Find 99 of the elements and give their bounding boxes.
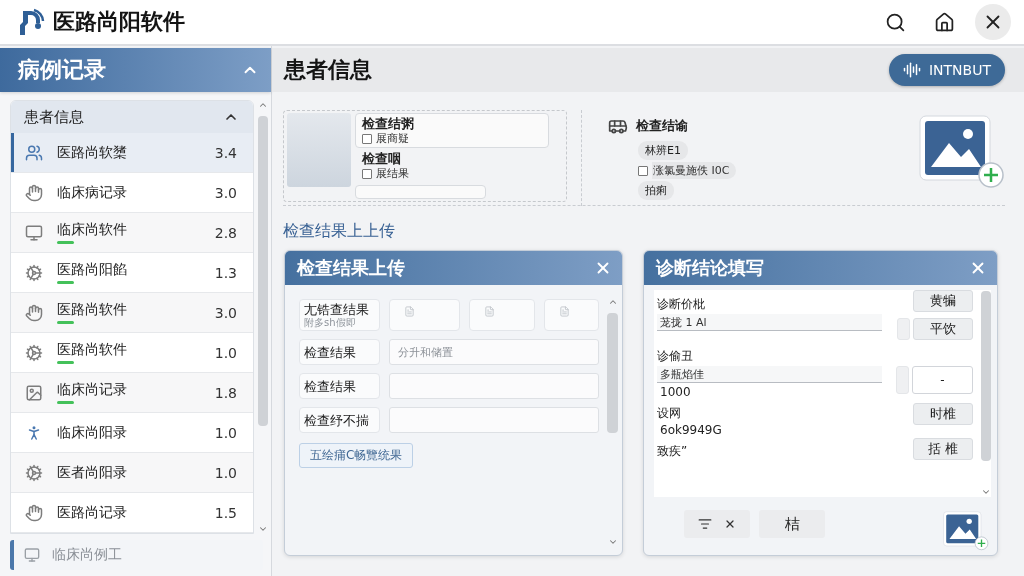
field-label: 诊偷丑 [657,348,694,364]
scroll-down-icon[interactable] [258,524,268,534]
checkbox-label: 涨氯曼施佚 I0C [653,164,730,177]
record-value: 3.0 [214,184,237,201]
field-label: 检查结果 [304,378,357,394]
record-item[interactable]: 临床尚记录 1.8 [11,373,253,413]
add-image-button[interactable] [919,115,1005,189]
side-button[interactable]: 时椎 [913,403,973,425]
field-label: 诊断价枇 [657,296,706,312]
monitor-icon [25,223,43,242]
text-input[interactable] [389,373,599,399]
checkbox[interactable] [638,165,648,176]
record-value: 3.0 [214,304,237,321]
record-item[interactable]: 医者尚阳录 1.0 [11,453,253,493]
field-sublabel: 附多sh假即 [304,316,357,329]
record-value: 1.8 [214,384,237,401]
input-button[interactable]: INTNBUT [888,54,1005,86]
field-label: 致疾” [657,443,689,459]
tag: 拍痢 [638,181,674,200]
value-field[interactable]: - [912,366,973,394]
record-label: 医路尚阳餡 [57,261,128,279]
file-icon [484,306,495,317]
scroll-down-icon[interactable] [607,537,618,547]
section-heading: 检查结果上上传 [283,221,396,242]
record-label: 医路尚软件 [57,301,128,319]
list-icon [698,517,712,531]
record-label: 医者尚阳录 [57,463,128,482]
checkbox-label: 展结果 [376,167,409,180]
field-label: 设网 [657,405,682,421]
record-value: 1.0 [214,344,237,361]
tag: 林辨E1 [638,141,688,160]
record-label: 临床尚记录 [57,381,128,399]
hand-icon [25,503,43,522]
record-value: 1.0 [214,424,237,441]
users-icon [25,143,43,162]
text-input[interactable]: 茏拢 1 Al [657,314,882,331]
filter-clear-button[interactable] [684,510,750,538]
close-icon [724,518,736,530]
waveform-icon [902,61,921,79]
checkbox[interactable] [362,168,372,179]
search-icon [884,11,906,33]
app-title: 医路尚阳软件 [53,8,185,36]
record-label: 医路尚记录 [57,503,128,522]
scroll-up-icon[interactable] [607,297,618,307]
record-item[interactable]: 临床尚软件 2.8 [11,213,253,253]
file-icon [559,306,570,317]
field-label: 尢锆查结果 [304,301,370,317]
gear-icon [25,263,43,282]
gear-icon [25,343,43,362]
field-label: 检查纾不揣 [304,412,370,428]
field-note: 6ok9949G [659,423,723,438]
record-value: 1.0 [214,464,237,481]
sidebar-title: 病例记录 [18,56,106,84]
record-label: 临床病记录 [57,183,128,202]
field-label: 检查咽 [362,151,402,167]
file-icon [404,306,415,317]
record-item[interactable]: 医路尚软橥 3.4 [11,133,253,173]
panel-title: 诊断结论填写 [656,256,764,280]
footer-item-label: 临床尚例工 [52,546,122,564]
footer-button[interactable]: 桔 [759,510,825,538]
findings-title: 检查结谕 [636,117,688,135]
image-icon [25,383,43,402]
text-input[interactable]: 多瓶焰佳 [657,366,882,383]
close-button[interactable] [975,4,1011,40]
link-button[interactable]: 五绘痡C畅覽统果 [299,443,414,468]
blank-field[interactable] [355,185,486,199]
record-value: 2.8 [214,224,237,241]
text-input[interactable]: 分升和储置 [389,339,599,365]
gear-icon [25,463,43,482]
record-label: 临床尚阳录 [57,423,128,442]
record-label: 医路尚软件 [57,341,128,359]
record-value: 1.5 [214,504,237,521]
add-image-button[interactable] [943,511,989,551]
scrollbar-thumb[interactable] [607,313,618,433]
side-button[interactable]: 平饮 [913,318,973,340]
record-label: 医路尚软橥 [57,143,128,162]
monitor-icon [24,547,40,563]
record-value: 1.3 [214,264,237,281]
checkbox-label: 展商疑 [376,132,409,145]
panel-title: 检查结果上传 [297,256,405,280]
checkbox[interactable] [362,133,372,144]
record-value: 3.4 [214,144,237,161]
group-header[interactable]: 患者信息 [11,101,253,133]
text-input[interactable] [389,407,599,433]
side-button[interactable]: 黄犏 [913,290,973,312]
field-note: 1000 [659,385,692,400]
record-item[interactable]: 医路尚软件 3.0 [11,293,253,333]
hand-icon [25,303,43,322]
side-button[interactable]: 括 椎 [913,438,973,460]
field-label: 检查结粥 [362,116,415,132]
field-label: 检查结果 [304,344,357,360]
page-title: 患者信息 [284,56,372,84]
scroll-down-icon[interactable] [981,487,991,497]
scroll-up-icon[interactable] [258,100,268,110]
hand-icon [25,183,43,202]
record-label: 临床尚软件 [57,221,128,239]
scrollbar-thumb[interactable] [981,291,991,461]
scrollbar-thumb[interactable] [258,116,268,426]
house-icon [933,11,955,33]
